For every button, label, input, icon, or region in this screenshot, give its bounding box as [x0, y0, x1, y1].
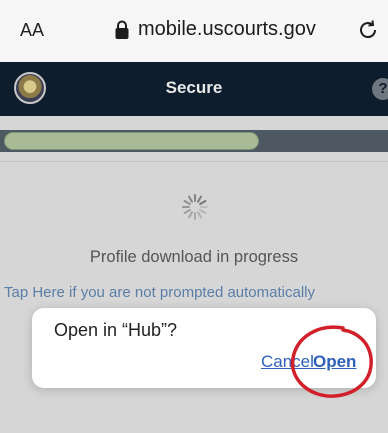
text-size-label: AA	[20, 20, 45, 40]
browser-address-bar: AA mobile.uscourts.gov	[0, 0, 388, 62]
spinner-tick	[197, 195, 202, 203]
progress-bar	[0, 130, 388, 152]
tap-here-link[interactable]: Tap Here if you are not prompted automat…	[4, 284, 388, 301]
help-icon[interactable]: ?	[372, 78, 388, 100]
text-size-button[interactable]: AA	[20, 20, 44, 41]
divider	[0, 161, 388, 162]
spinner-icon	[182, 194, 208, 220]
url-text: mobile.uscourts.gov	[138, 18, 316, 40]
lock-icon	[115, 20, 129, 39]
cancel-button[interactable]: Cancel	[261, 352, 314, 372]
app-header: Secure ?	[0, 62, 388, 116]
spinner-tick	[188, 211, 193, 219]
url-field[interactable]: mobile.uscourts.gov	[114, 18, 316, 41]
dialog-title: Open in “Hub”?	[54, 320, 178, 340]
header-title: Secure	[165, 78, 223, 97]
progress-bar-fill	[4, 132, 259, 150]
spinner-tick	[183, 200, 191, 205]
spinner-tick	[199, 209, 207, 214]
spinner-tick	[188, 195, 193, 203]
spinner-tick	[183, 209, 191, 214]
open-in-app-dialog: Open in “Hub”? Cancel Open	[32, 308, 376, 388]
open-button[interactable]: Open	[313, 352, 356, 372]
status-text: Profile download in progress	[89, 248, 299, 266]
reload-icon[interactable]	[356, 18, 380, 42]
spinner-tick	[199, 200, 207, 205]
spinner-tick	[197, 211, 202, 219]
